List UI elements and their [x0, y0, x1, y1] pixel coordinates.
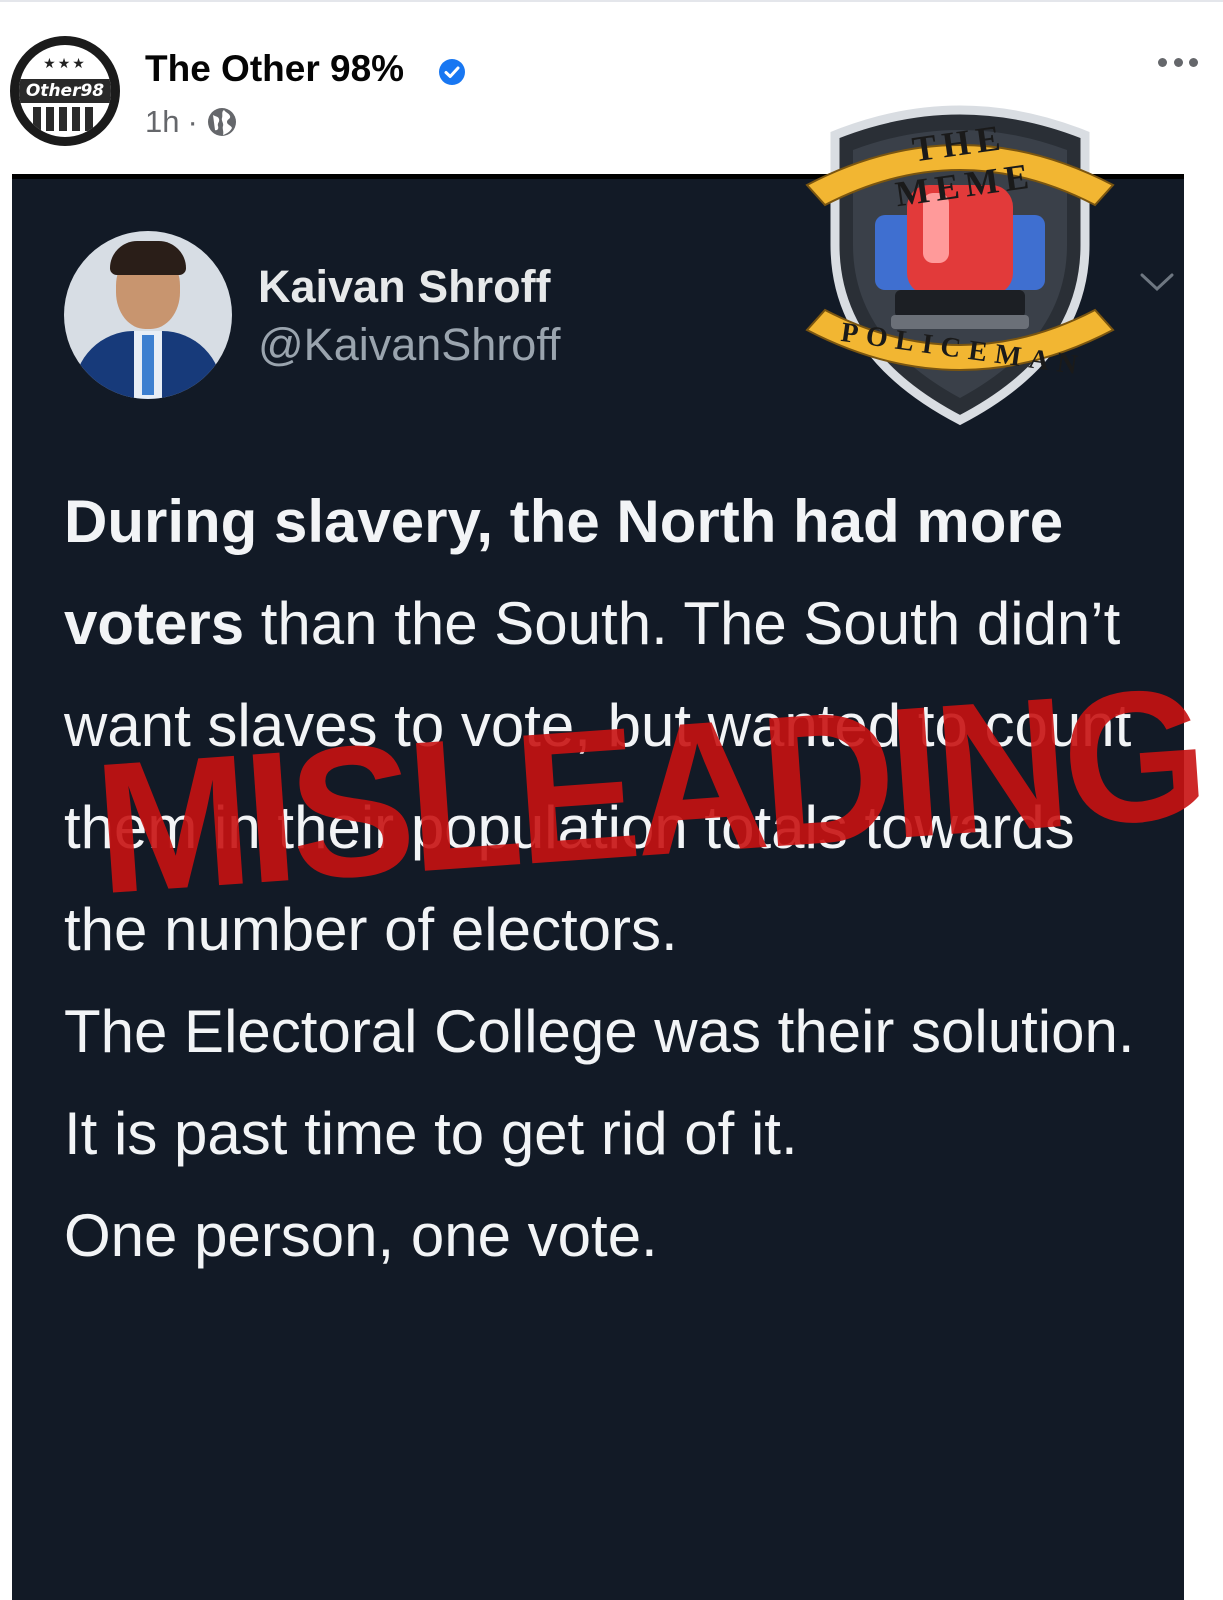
chevron-down-icon [1140, 273, 1174, 292]
tweet-author-avatar [64, 231, 232, 399]
logo-text: Other98 [19, 79, 111, 103]
tweet-paragraph: One person, one vote. [64, 1202, 658, 1269]
page-logo: ★★★ Other98 [19, 45, 111, 137]
avatar-hair [110, 241, 186, 275]
more-options-button[interactable] [1158, 52, 1198, 72]
more-dot [1158, 57, 1167, 67]
logo-stars: ★★★ [43, 55, 87, 71]
verified-badge-icon [439, 59, 465, 85]
tweet-paragraph: It is past time to get rid of it. [64, 1100, 798, 1167]
page-name-link[interactable]: The Other 98% [145, 48, 404, 90]
post-meta: 1h · [145, 102, 238, 142]
globe-icon[interactable] [206, 106, 238, 138]
avatar-tie [142, 335, 154, 395]
post-timestamp-link[interactable]: 1h [145, 104, 179, 140]
meta-separator: · [187, 104, 198, 139]
more-dot [1189, 57, 1198, 67]
tweet-author-name: Kaivan Shroff [258, 261, 551, 312]
tweet-author-handle: @KaivanShroff [258, 319, 561, 370]
more-dot [1173, 57, 1183, 67]
page-avatar[interactable]: ★★★ Other98 [10, 36, 120, 146]
tweet-paragraph: The Electoral College was their solution… [64, 998, 1135, 1065]
logo-stripes [33, 107, 97, 131]
